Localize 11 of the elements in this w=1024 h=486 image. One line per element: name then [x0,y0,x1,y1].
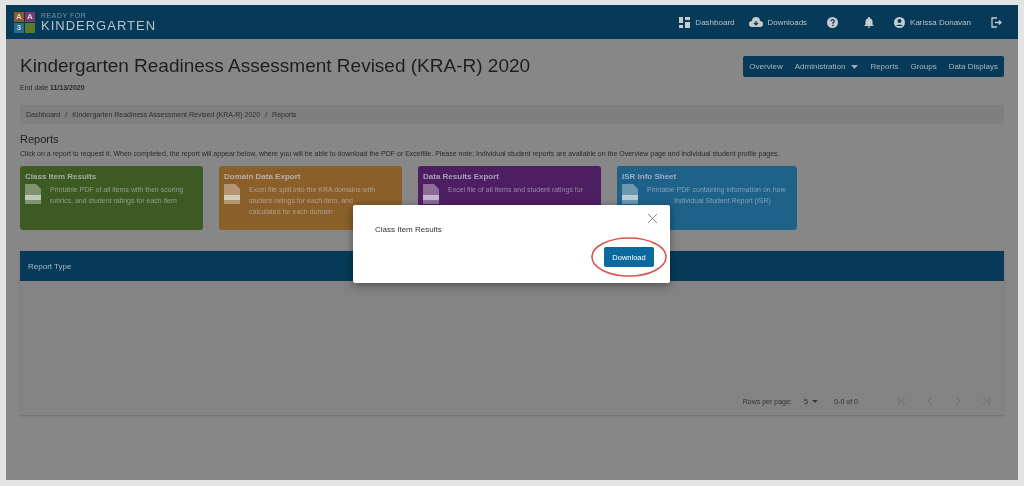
logo-name: KINDERGARTEN [41,19,157,32]
card-title: Data Results Export [423,172,501,181]
logo-tile: A [14,11,24,22]
card-title: Class Item Results [25,172,98,181]
logo-tile: 3 [14,22,24,33]
page-title: Kindergarten Readiness Assessment Revised (KRA-R) 2020 [20,55,531,77]
logo-tile: A [25,11,35,22]
card-title: ISR Info Sheet [622,172,678,181]
card-title: Domain Data Export [224,172,302,181]
column-header: Report Type [28,261,72,271]
section-heading: Reports [20,133,60,145]
